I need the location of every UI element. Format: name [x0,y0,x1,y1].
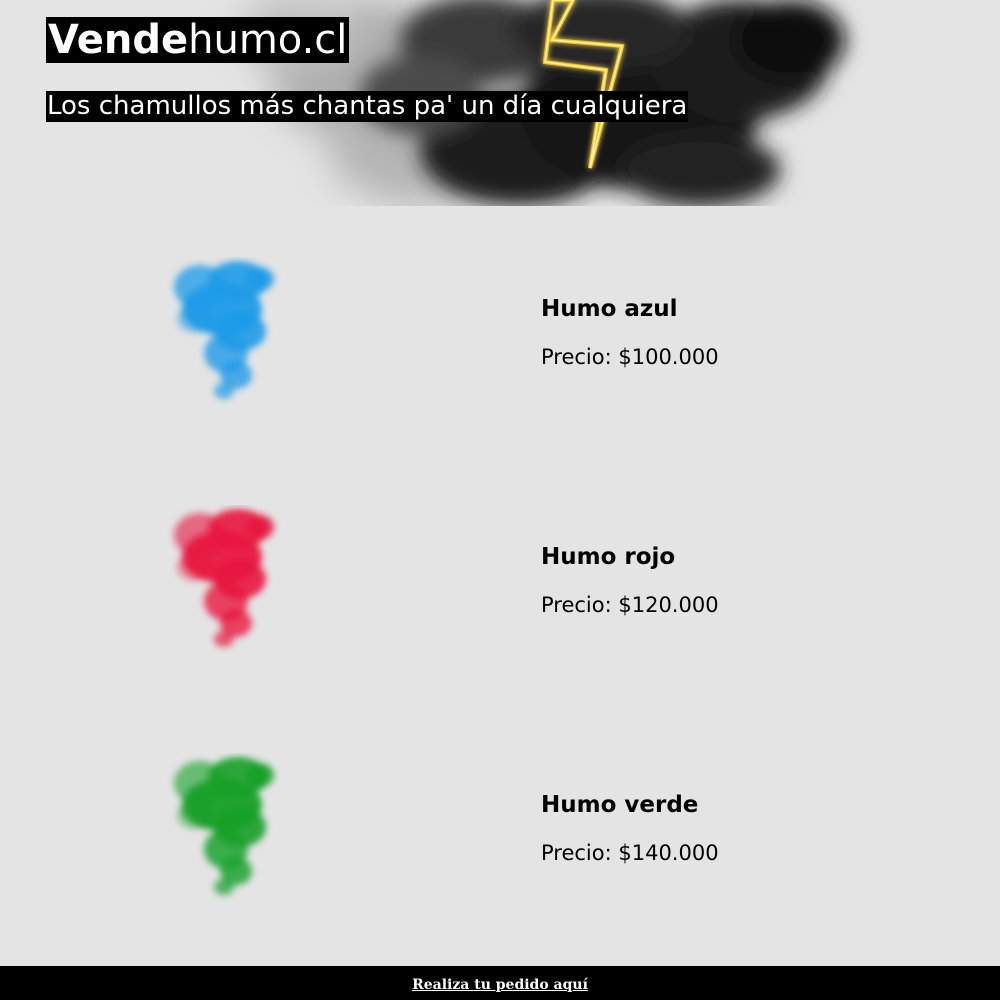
page: Vendehumo.cl Los chamullos más chantas p… [0,0,1000,1000]
product-name: Humo rojo [541,544,676,570]
product-price: Precio: $140.000 [541,841,719,865]
site-title-bold: Vende [48,17,189,63]
green-smoke-image [174,757,274,895]
order-link[interactable]: Realiza tu pedido aquí [412,976,588,994]
blue-smoke-image [174,261,274,399]
site-title-regular: humo.cl [188,17,348,63]
product-card-humo-rojo: Humo rojo Precio: $120.000 [0,505,1000,655]
site-tagline: Los chamullos más chantas pa' un día cua… [46,91,689,122]
site-title: Vendehumo.cl [46,17,350,63]
red-smoke-image [174,509,274,647]
product-name: Humo azul [541,296,678,322]
product-name: Humo verde [541,792,699,818]
product-price: Precio: $100.000 [541,345,719,369]
product-card-humo-verde: Humo verde Precio: $140.000 [0,753,1000,903]
product-card-humo-azul: Humo azul Precio: $100.000 [0,257,1000,407]
product-price: Precio: $120.000 [541,593,719,617]
footer: Realiza tu pedido aquí [0,966,1000,1000]
hero-banner: Vendehumo.cl Los chamullos más chantas p… [0,0,1000,206]
